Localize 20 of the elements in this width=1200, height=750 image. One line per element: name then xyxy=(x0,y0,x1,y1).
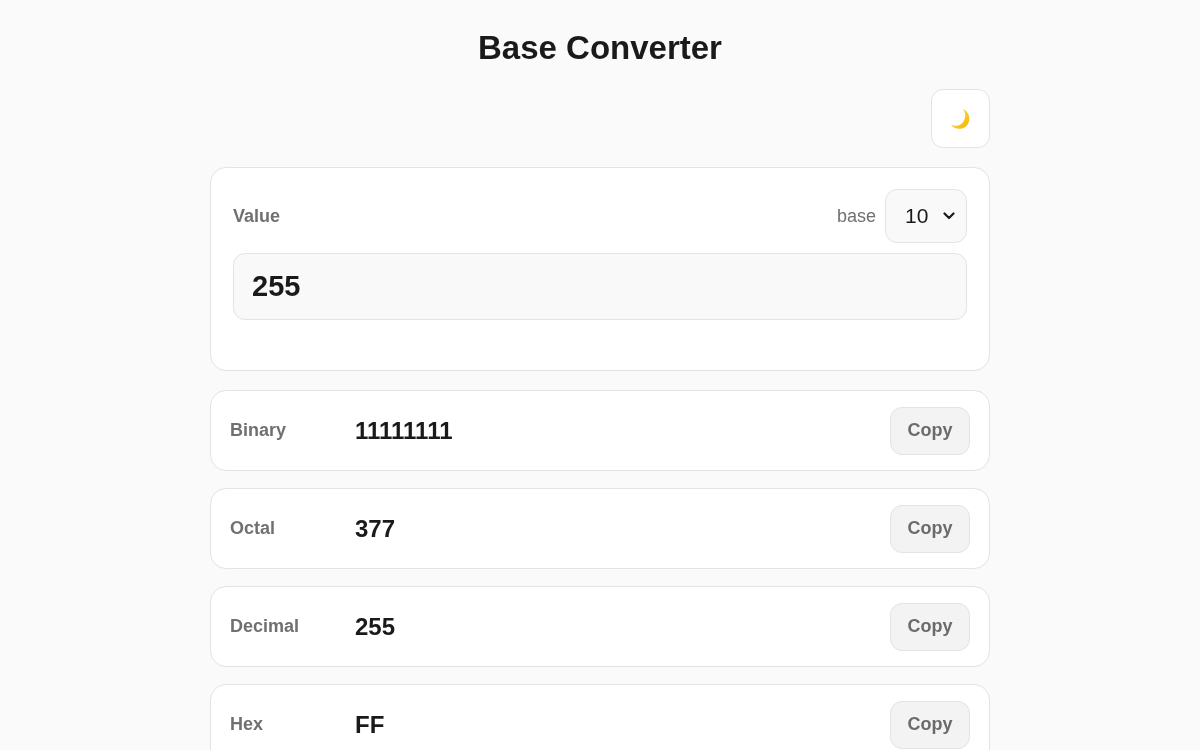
copy-button[interactable]: Copy xyxy=(890,602,970,651)
copy-button[interactable]: Copy xyxy=(890,406,970,455)
result-value: 255 xyxy=(355,611,397,642)
result-label: Octal xyxy=(230,517,277,540)
copy-button[interactable]: Copy xyxy=(890,700,970,749)
copy-button[interactable]: Copy xyxy=(890,504,970,553)
value-label: Value xyxy=(233,204,281,228)
moon-icon xyxy=(949,107,972,130)
result-label: Hex xyxy=(230,713,265,736)
page-title: Base Converter xyxy=(477,28,723,68)
base-select[interactable]: 10 xyxy=(885,189,967,243)
base-label: base xyxy=(836,204,876,228)
chevron-down-icon xyxy=(943,212,955,220)
theme-toggle-button[interactable] xyxy=(931,89,990,148)
result-label: Decimal xyxy=(230,615,301,638)
value-input[interactable]: 255 xyxy=(233,253,967,320)
result-value: 11111111 xyxy=(355,415,454,446)
result-label: Binary xyxy=(230,419,288,442)
result-value: 377 xyxy=(355,513,397,544)
result-value: FF xyxy=(355,709,386,740)
